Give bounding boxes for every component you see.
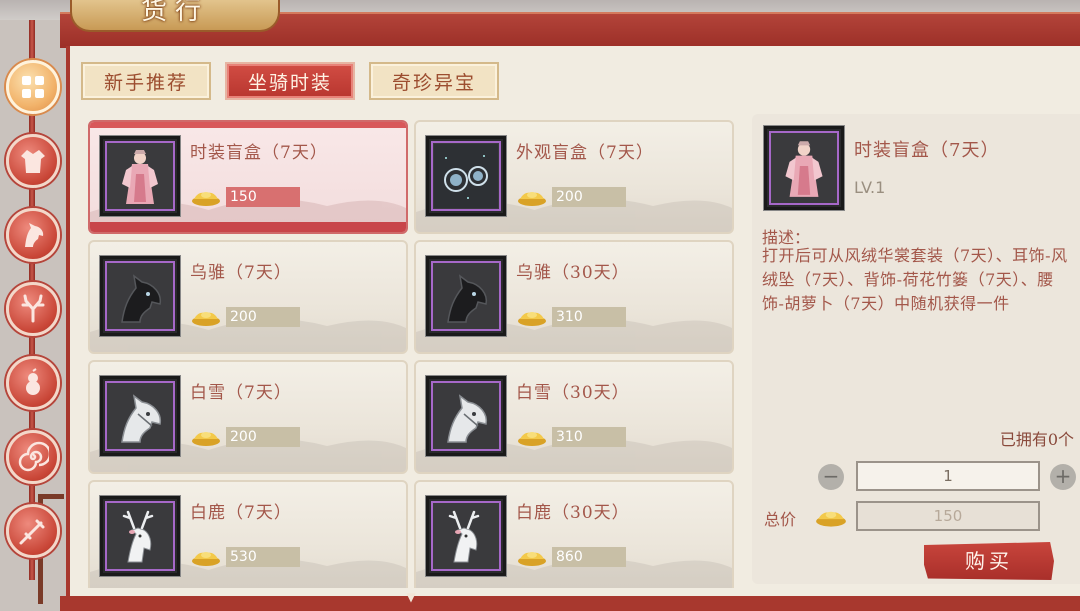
item-price: 860 xyxy=(552,547,626,567)
side-nav-grid[interactable] xyxy=(6,60,60,114)
total-price-label: 总价 xyxy=(764,510,797,529)
grid-icon xyxy=(22,76,44,98)
buy-button[interactable]: 购买 xyxy=(924,542,1054,580)
item-price: 310 xyxy=(552,307,626,327)
description-text: 打开后可从风绒华裳套装（7天）、耳饰-风绒坠（7天）、背饰-荷花竹篓（7天）、腰… xyxy=(762,246,1068,313)
costume-box-icon xyxy=(122,150,158,204)
price-row: 200 xyxy=(190,426,300,448)
gold-ingot-icon xyxy=(192,192,220,206)
title-plaque: 货行 xyxy=(70,0,280,32)
white-deer-icon xyxy=(448,510,480,563)
antler-icon xyxy=(21,294,45,323)
appearance-box-icon xyxy=(434,144,498,208)
gold-ingot-icon xyxy=(518,432,546,446)
detail-thumbnail xyxy=(764,126,844,210)
item-name: 乌骓（7天） xyxy=(190,263,292,283)
item-thumbnail xyxy=(100,256,180,336)
price-row: 150 xyxy=(190,186,300,208)
gold-ingot-icon xyxy=(518,312,546,326)
item-name: 时装盲盒（7天） xyxy=(190,143,328,163)
price-row: 200 xyxy=(516,186,626,208)
item-card[interactable]: 白鹿（30天） 860 xyxy=(414,480,734,588)
price-row: 860 xyxy=(516,546,626,568)
window-title: 货行 xyxy=(140,0,209,26)
item-name: 白雪（7天） xyxy=(190,383,292,403)
item-grid: 时装盲盒（7天） 150 外观盲盒（7天） 200 乌骓（7天） 200 乌骓（… xyxy=(86,118,736,588)
item-thumbnail xyxy=(100,496,180,576)
price-row: 530 xyxy=(190,546,300,568)
item-price: 310 xyxy=(552,427,626,447)
item-thumbnail xyxy=(100,376,180,456)
item-detail-panel: 时装盲盒（7天） LV.1 描述： 打开后可从风绒华裳套装（7天）、耳饰-风绒坠… xyxy=(752,114,1080,584)
robe-icon xyxy=(21,150,45,173)
sword-icon xyxy=(19,519,45,545)
price-row: 200 xyxy=(190,306,300,328)
tab-treasures[interactable]: 奇珍异宝 xyxy=(369,62,499,100)
side-nav-sword[interactable] xyxy=(6,504,60,558)
scroll-down-icon[interactable]: ▼ xyxy=(403,590,419,604)
white-deer-icon xyxy=(122,510,154,563)
gold-ingot-icon xyxy=(192,312,220,326)
gold-ingot-icon xyxy=(192,432,220,446)
costume-box-icon xyxy=(785,141,823,197)
item-card[interactable]: 时装盲盒（7天） 150 xyxy=(88,120,408,234)
side-nav-antler[interactable] xyxy=(6,282,60,336)
quantity-plus-button[interactable]: + xyxy=(1050,464,1076,490)
black-horse-icon xyxy=(121,274,162,323)
side-nav-robe[interactable] xyxy=(6,134,60,188)
item-name: 外观盲盒（7天） xyxy=(516,143,654,163)
swirl-icon xyxy=(18,441,49,472)
quantity-minus-button[interactable]: − xyxy=(818,464,844,490)
item-price: 530 xyxy=(226,547,300,567)
item-thumbnail xyxy=(426,376,506,456)
item-card[interactable]: 外观盲盒（7天） 200 xyxy=(414,120,734,234)
item-thumbnail xyxy=(426,256,506,336)
item-thumbnail xyxy=(426,496,506,576)
quantity-input[interactable]: 1 xyxy=(856,461,1040,491)
item-card[interactable]: 乌骓（7天） 200 xyxy=(88,240,408,354)
white-horse-icon xyxy=(447,394,488,443)
item-card[interactable]: 白雪（7天） 200 xyxy=(88,360,408,474)
gold-ingot-icon xyxy=(518,192,546,206)
gourd-icon xyxy=(26,368,40,395)
side-nav-gourd[interactable] xyxy=(6,356,60,410)
price-row: 310 xyxy=(516,306,626,328)
horse-icon xyxy=(25,223,44,247)
item-name: 白雪（30天） xyxy=(516,383,630,403)
item-price: 150 xyxy=(226,187,300,207)
total-price-value: 150 xyxy=(856,501,1040,531)
item-card[interactable]: 白鹿（7天） 530 xyxy=(88,480,408,588)
gold-ingot-icon xyxy=(518,552,546,566)
gold-ingot-icon xyxy=(816,511,846,527)
side-nav-swirl[interactable] xyxy=(6,430,60,484)
white-horse-icon xyxy=(121,394,162,443)
item-price: 200 xyxy=(226,307,300,327)
owned-count: 已拥有0个 xyxy=(999,430,1074,449)
detail-item-level: LV.1 xyxy=(854,178,886,197)
item-name: 乌骓（30天） xyxy=(516,263,630,283)
price-row: 310 xyxy=(516,426,626,448)
gold-ingot-icon xyxy=(192,552,220,566)
tab-mount-fashion[interactable]: 坐骑时装 xyxy=(225,62,355,100)
tab-newbie[interactable]: 新手推荐 xyxy=(81,62,211,100)
side-nav-horse[interactable] xyxy=(6,208,60,262)
item-price: 200 xyxy=(226,427,300,447)
item-name: 白鹿（7天） xyxy=(190,503,292,523)
panel-bottom-border xyxy=(60,596,1080,611)
item-card[interactable]: 白雪（30天） 310 xyxy=(414,360,734,474)
detail-item-name: 时装盲盒（7天） xyxy=(854,140,1000,161)
item-name: 白鹿（30天） xyxy=(516,503,630,523)
item-thumbnail xyxy=(426,136,506,216)
item-card[interactable]: 乌骓（30天） 310 xyxy=(414,240,734,354)
black-horse-icon xyxy=(447,274,488,323)
item-thumbnail xyxy=(100,136,180,216)
item-price: 200 xyxy=(552,187,626,207)
